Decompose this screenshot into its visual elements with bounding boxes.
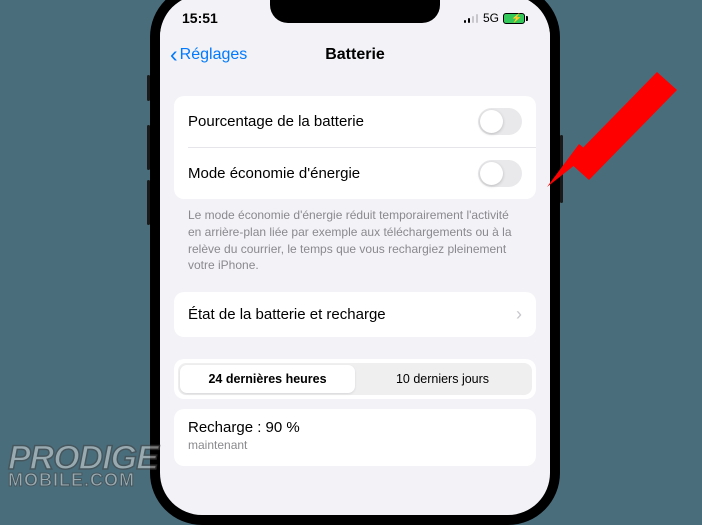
row-low-power-mode[interactable]: Mode économie d'énergie (174, 148, 536, 199)
watermark-line1: PRODIGE (8, 444, 158, 473)
segment-24h[interactable]: 24 dernières heures (180, 365, 355, 393)
network-label: 5G (483, 11, 499, 25)
switch-low-power-mode[interactable] (478, 160, 522, 187)
segment-10d[interactable]: 10 derniers jours (355, 365, 530, 393)
phone-frame: 15:51 5G ⚡ ‹ Réglages Batterie Pourcenta… (150, 0, 560, 525)
switch-battery-percentage[interactable] (478, 108, 522, 135)
signal-icon (464, 13, 479, 23)
row-battery-health[interactable]: État de la batterie et recharge › (174, 292, 536, 337)
status-time: 15:51 (182, 10, 218, 26)
settings-group-battery: Pourcentage de la batterie Mode économie… (174, 96, 536, 199)
recharge-title: Recharge : 90 % (188, 419, 522, 436)
phone-volume-down (147, 180, 150, 225)
row-label: Pourcentage de la batterie (188, 113, 364, 130)
settings-group-health: État de la batterie et recharge › (174, 292, 536, 337)
nav-bar: ‹ Réglages Batterie (160, 35, 550, 78)
phone-notch (270, 0, 440, 23)
segmented-control: 24 dernières heures 10 derniers jours (178, 363, 532, 395)
annotation-arrow-icon (547, 72, 682, 192)
row-battery-percentage[interactable]: Pourcentage de la batterie (174, 96, 536, 147)
row-label: État de la batterie et recharge (188, 306, 386, 323)
phone-volume-up (147, 125, 150, 170)
page-title: Batterie (325, 46, 385, 64)
usage-card: 24 dernières heures 10 derniers jours (174, 359, 536, 399)
row-label: Mode économie d'énergie (188, 165, 360, 182)
recharge-info: Recharge : 90 % maintenant (174, 409, 536, 466)
phone-mute-switch (147, 75, 150, 101)
back-button[interactable]: ‹ Réglages (170, 43, 247, 66)
recharge-subtitle: maintenant (188, 438, 522, 452)
phone-screen: 15:51 5G ⚡ ‹ Réglages Batterie Pourcenta… (160, 0, 550, 515)
chevron-left-icon: ‹ (170, 43, 178, 66)
chevron-right-icon: › (516, 304, 522, 325)
back-label: Réglages (180, 46, 248, 64)
battery-icon: ⚡ (503, 13, 528, 24)
watermark: PRODIGE MOBILE.COM (8, 444, 158, 488)
low-power-description: Le mode économie d'énergie réduit tempor… (174, 199, 536, 274)
